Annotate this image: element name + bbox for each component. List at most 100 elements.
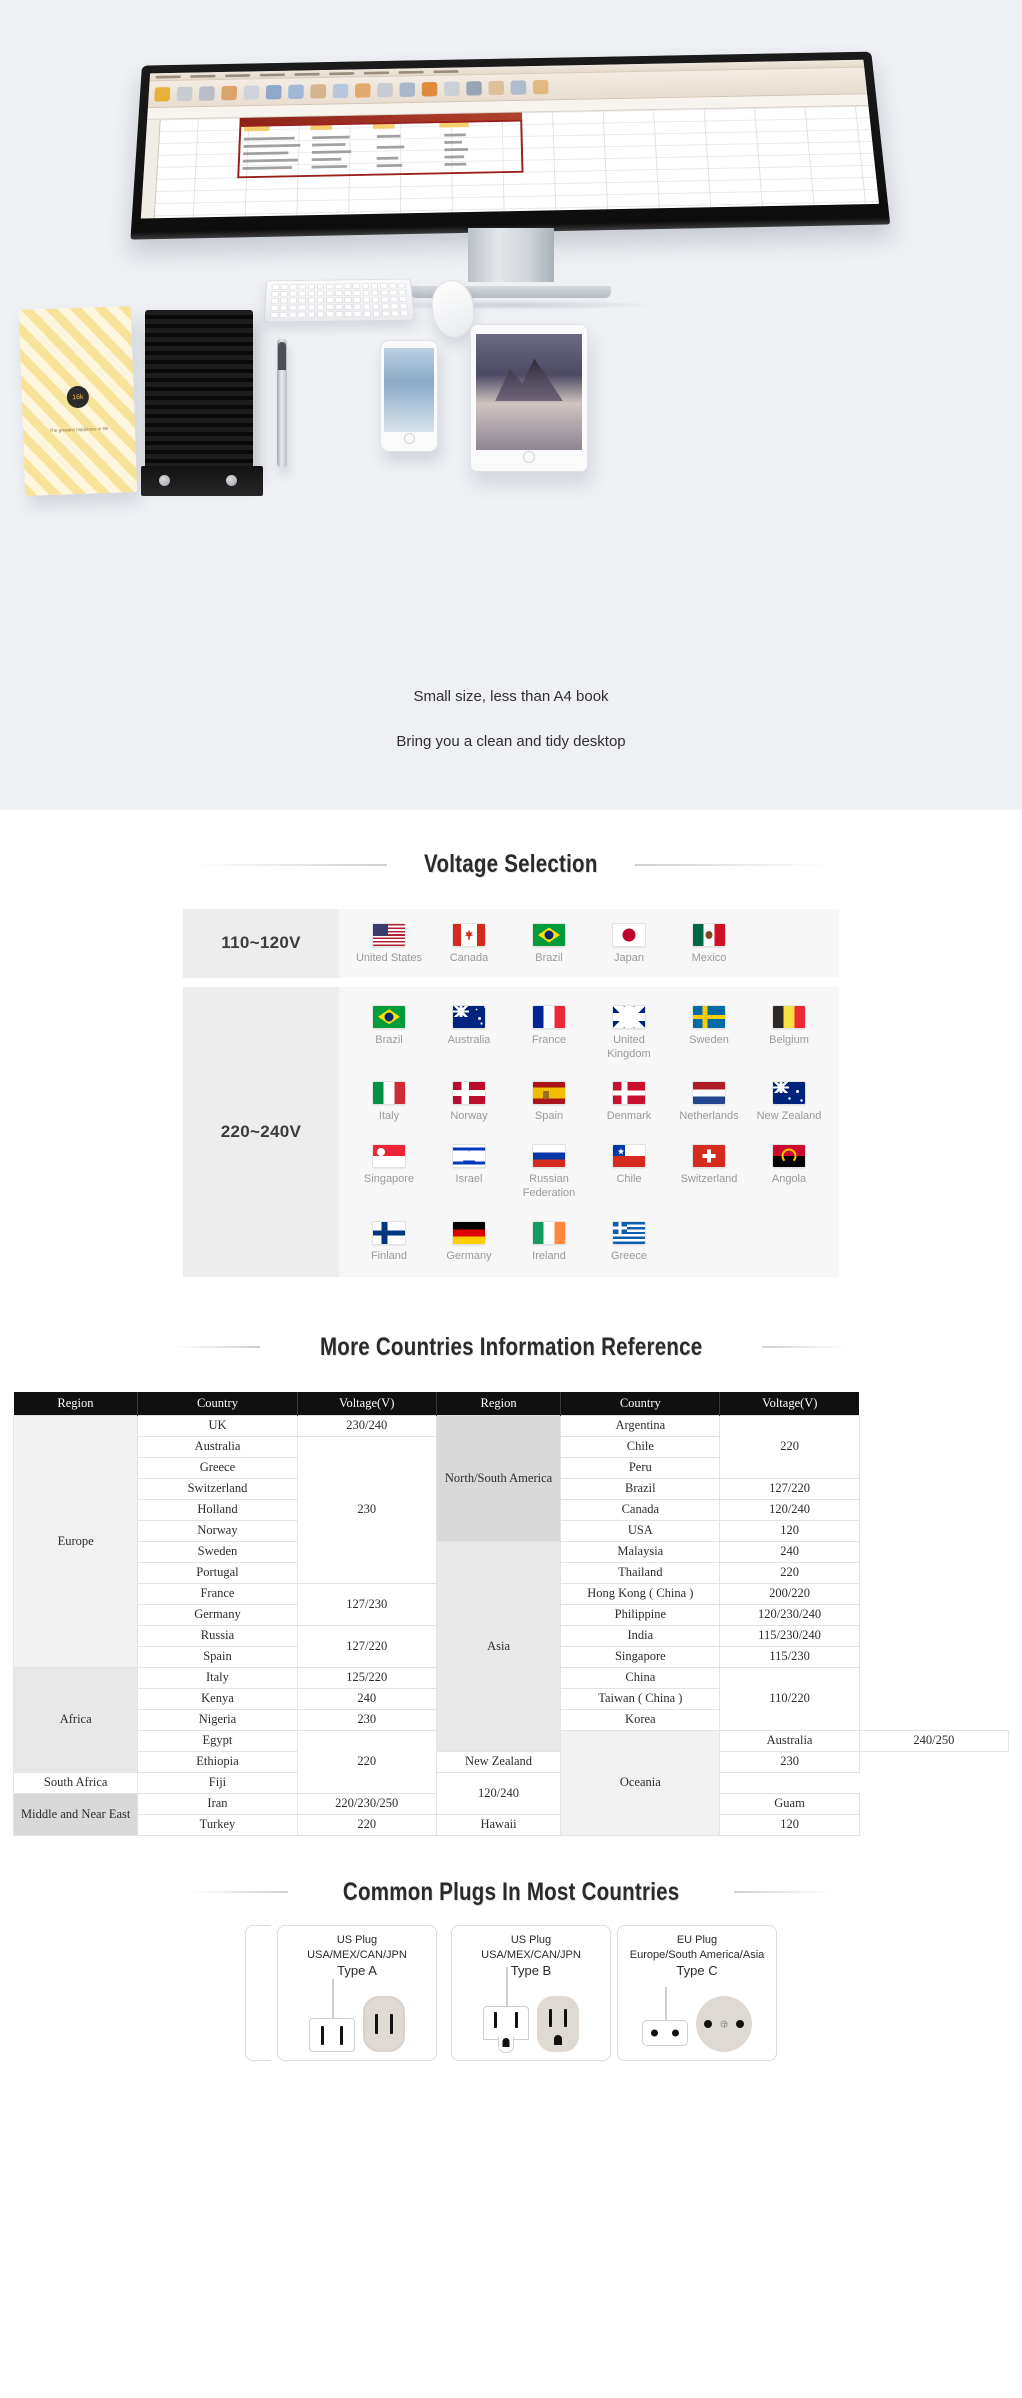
mini-pc-screw [226,475,237,486]
country-label: Angola [771,1173,807,1185]
country-canada[interactable]: Canada [429,923,509,966]
product-detail-page: 16k The greatest happiness in life Small… [0,0,1022,2067]
plug-cord [665,1986,667,2021]
country-australia[interactable]: Australia [429,1004,509,1062]
country-chile[interactable]: Chile [589,1144,669,1201]
country-cell: Russia [137,1624,298,1647]
title-rule-right [634,863,830,866]
voltage-cell: 120 [719,1519,860,1542]
voltage-label-220: 220~240V [183,986,339,1277]
country-russian-federation[interactable]: Russian Federation [509,1144,589,1201]
country-netherlands[interactable]: Netherlands [669,1081,749,1124]
voltage-cell: 220 [296,1813,437,1836]
country-israel[interactable]: Israel [429,1144,509,1201]
voltage-cell: 115/230 [719,1645,860,1668]
flag-grid-110: United States Canada Brazil Japan Mexico [349,923,829,966]
voltage-cell: 127/230 [296,1582,437,1626]
country-cell: Kenya [137,1687,298,1710]
country-ireland[interactable]: Ireland [509,1220,589,1264]
country-cell: New Zealand [435,1750,562,1773]
voltage-cell: 240/250 [858,1729,1010,1752]
country-cell: France [137,1582,298,1605]
voltage-row-220: 220~240V Brazil Australia France United … [183,986,839,1277]
country-new-zealand[interactable]: New Zealand [749,1081,829,1124]
country-cell: Germany [137,1603,298,1626]
country-spain[interactable]: Spain [509,1081,589,1124]
plug-card-type-c[interactable]: EU Plug Europe/South America/Asia Type C [617,1924,777,2061]
country-mexico[interactable]: Mexico [669,923,749,966]
a4-notebook: 16k The greatest happiness in life [18,306,138,496]
country-cell: Singapore [560,1645,721,1668]
country-sweden[interactable]: Sweden [669,1004,749,1062]
country-label: Brazil [535,952,563,964]
country-angola[interactable]: Angola [749,1144,829,1201]
country-finland[interactable]: Finland [349,1220,429,1264]
country-label: Denmark [606,1110,652,1123]
country-cell: USA [560,1519,721,1542]
country-italy[interactable]: Italy [349,1081,429,1124]
table-row: Turkey 220 Hawaii 120 [14,1813,1009,1836]
country-cell: Philippine [560,1603,721,1626]
voltage-cell: 200/220 [719,1582,860,1605]
plug-card-type-b[interactable]: US Plug USA/MEX/CAN/JPN Type B [451,1924,611,2061]
country-brazil[interactable]: Brazil [349,1004,429,1062]
country-france[interactable]: France [509,1004,589,1062]
voltage-cell: 220 [719,1561,860,1584]
country-singapore[interactable]: Singapore [349,1144,429,1201]
country-cell: Switzerland [137,1477,298,1500]
country-cell: Australia [137,1435,298,1458]
country-label: Russian Federation [522,1173,576,1199]
flag-australia-icon [452,1004,486,1029]
flag-switzerland-icon [692,1144,726,1168]
country-label: Norway [450,1110,488,1123]
country-cell: Hawaii [435,1813,562,1836]
flag-brazil-icon [532,923,566,947]
countries-reference-title: More Countries Information Reference [175,1333,847,1362]
voltage-cell: 127/220 [296,1624,437,1668]
country-cell: Norway [137,1519,298,1542]
flag-netherlands-icon [692,1081,726,1106]
country-brazil[interactable]: Brazil [509,923,589,966]
region-oceania: Oceania [560,1729,721,1836]
country-denmark[interactable]: Denmark [589,1081,669,1124]
plug-card-type-a[interactable]: US Plug USA/MEX/CAN/JPN Type A [277,1924,437,2061]
plug-c-body [642,1986,688,2046]
country-cell: South Africa [12,1771,139,1794]
voltage-selection-section: Voltage Selection 110~120V United States… [0,850,1022,1277]
plug-regions: Europe/South America/Asia [629,1948,765,1961]
monitor-illustration [130,42,891,310]
country-germany[interactable]: Germany [429,1220,509,1264]
flag-greece-icon [612,1220,646,1245]
title-rule-right [734,1891,831,1894]
header-country-right: Country [560,1391,721,1416]
country-cell: Chile [560,1435,721,1458]
plug-cord [506,1966,508,2007]
country-switzerland[interactable]: Switzerland [669,1144,749,1201]
country-united-states[interactable]: United States [349,923,429,966]
country-label: Israel [455,1173,483,1185]
country-cell: Nigeria [137,1708,298,1731]
country-cell: Italy [137,1666,298,1689]
countries-voltage-table: Region Country Voltage(V) Region Country… [12,1391,1010,1836]
country-label: Singapore [363,1173,415,1185]
country-greece[interactable]: Greece [589,1220,669,1264]
plug-type: Type B [510,1962,552,1978]
country-cell: Iran [137,1792,298,1815]
countries-table-wrapper: Region Country Voltage(V) Region Country… [12,1391,1010,1836]
country-norway[interactable]: Norway [429,1081,509,1124]
page-title: More Countries Information Reference [319,1332,703,1361]
voltage-cell: 220 [296,1729,437,1794]
flag-denmark-icon [612,1081,646,1106]
tablet [470,324,588,472]
flag-france-icon [532,1004,566,1029]
monitor-screen [140,59,880,219]
plug-card-stub [245,1924,271,2061]
country-label: Germany [446,1249,492,1262]
country-belgium[interactable]: Belgium [749,1004,829,1062]
keyboard [263,278,416,323]
country-united-kingdom[interactable]: United Kingdom [589,1004,669,1062]
socket-a-icon [363,1995,405,2052]
voltage-cell: 230 [296,1435,437,1584]
country-japan[interactable]: Japan [589,923,669,966]
country-cell: Portugal [137,1561,298,1584]
